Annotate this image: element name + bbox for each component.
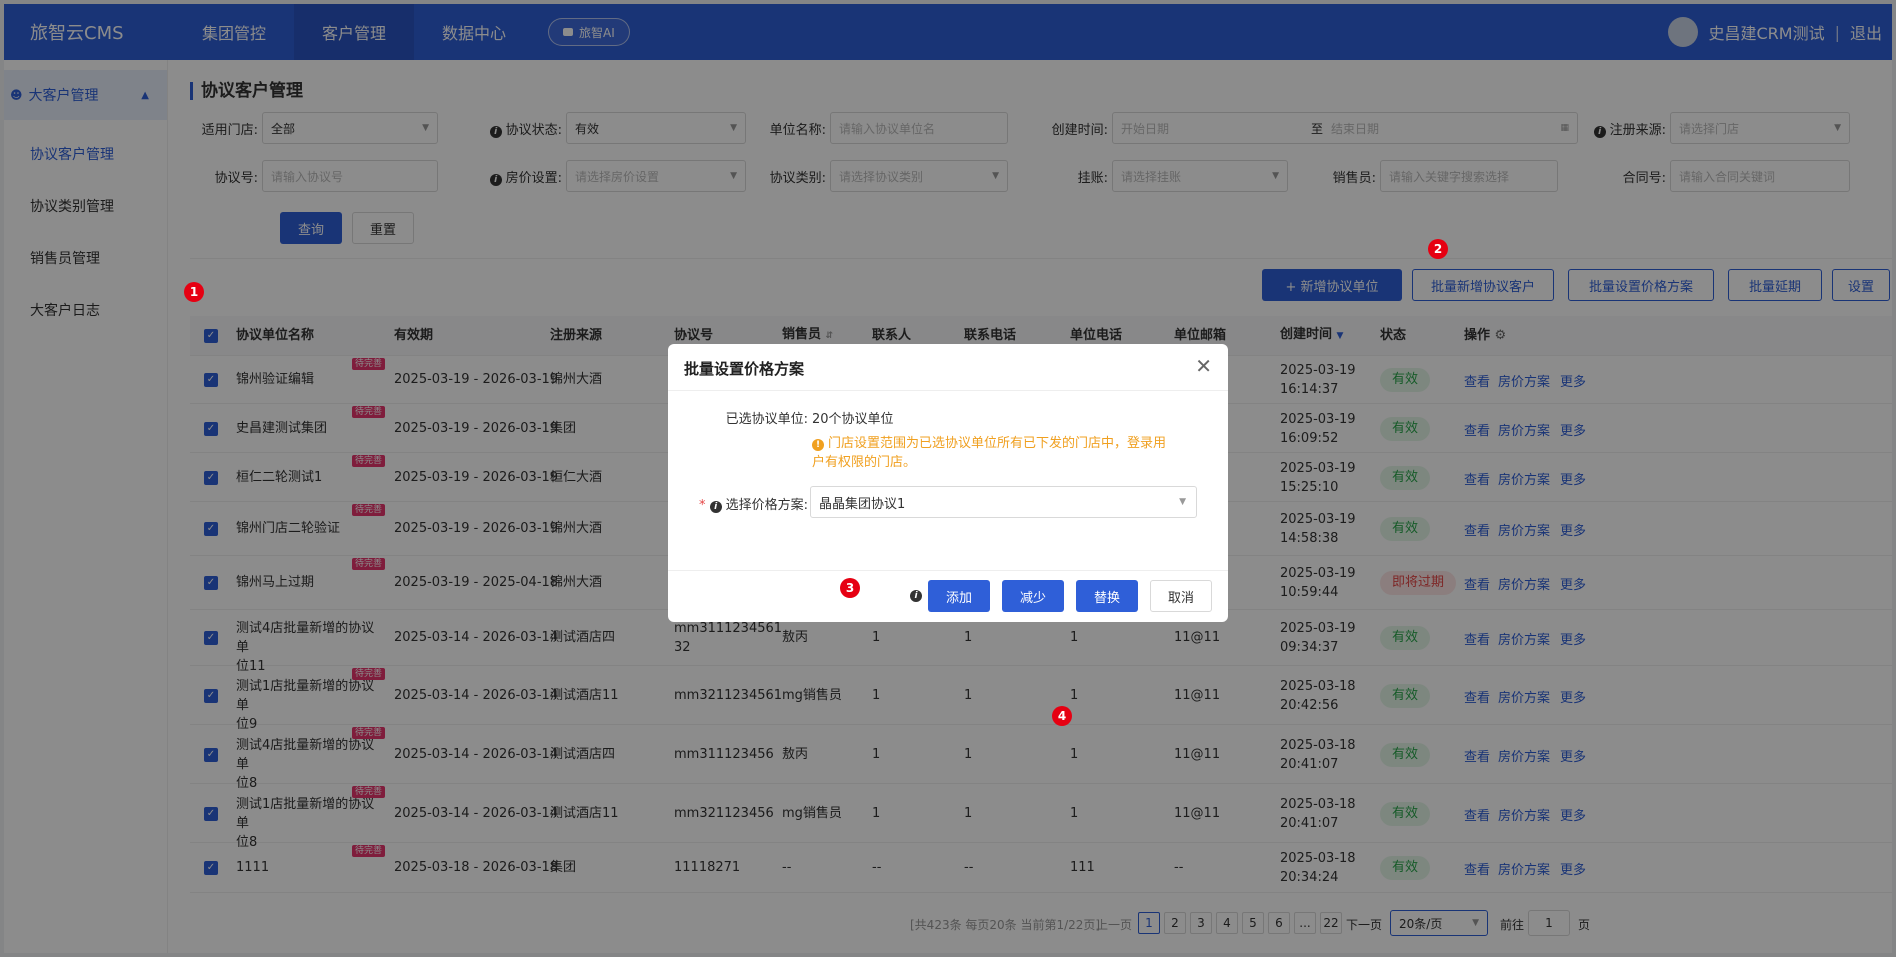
info-icon: i <box>910 590 922 602</box>
dialog-title: 批量设置价格方案 <box>684 360 805 378</box>
dialog-header-divider <box>668 390 1228 391</box>
dialog-footer-divider <box>668 570 1228 571</box>
close-icon[interactable]: ✕ <box>1195 354 1212 378</box>
selected-units-value: 20个协议单位 <box>812 412 894 427</box>
cancel-button[interactable]: 取消 <box>1150 580 1212 612</box>
replace-button[interactable]: 替换 <box>1076 580 1138 612</box>
warning-icon: ! <box>812 439 824 451</box>
price-plan-select[interactable]: 晶晶集团协议1 ▼ <box>810 486 1197 518</box>
batch-price-dialog: 批量设置价格方案 ✕ 已选协议单位: 20个协议单位 ! 门店设置范围为已选协议单… <box>668 344 1228 622</box>
price-plan-label: * i 选择价格方案: <box>698 498 808 513</box>
annotation-marker-2: 2 <box>1428 239 1448 259</box>
chevron-down-icon: ▼ <box>1179 497 1186 507</box>
info-icon: i <box>709 501 722 513</box>
add-button[interactable]: 添加 <box>928 580 990 612</box>
annotation-marker-3: 3 <box>840 578 860 598</box>
annotation-marker-4: 4 <box>1052 706 1072 726</box>
warning-message: ! 门店设置范围为已选协议单位所有已下发的门店中，登录用 户有权限的门店。 <box>812 436 1167 470</box>
selected-units-label: 已选协议单位: <box>725 412 808 427</box>
reduce-button[interactable]: 减少 <box>1002 580 1064 612</box>
annotation-marker-1: 1 <box>184 282 204 302</box>
